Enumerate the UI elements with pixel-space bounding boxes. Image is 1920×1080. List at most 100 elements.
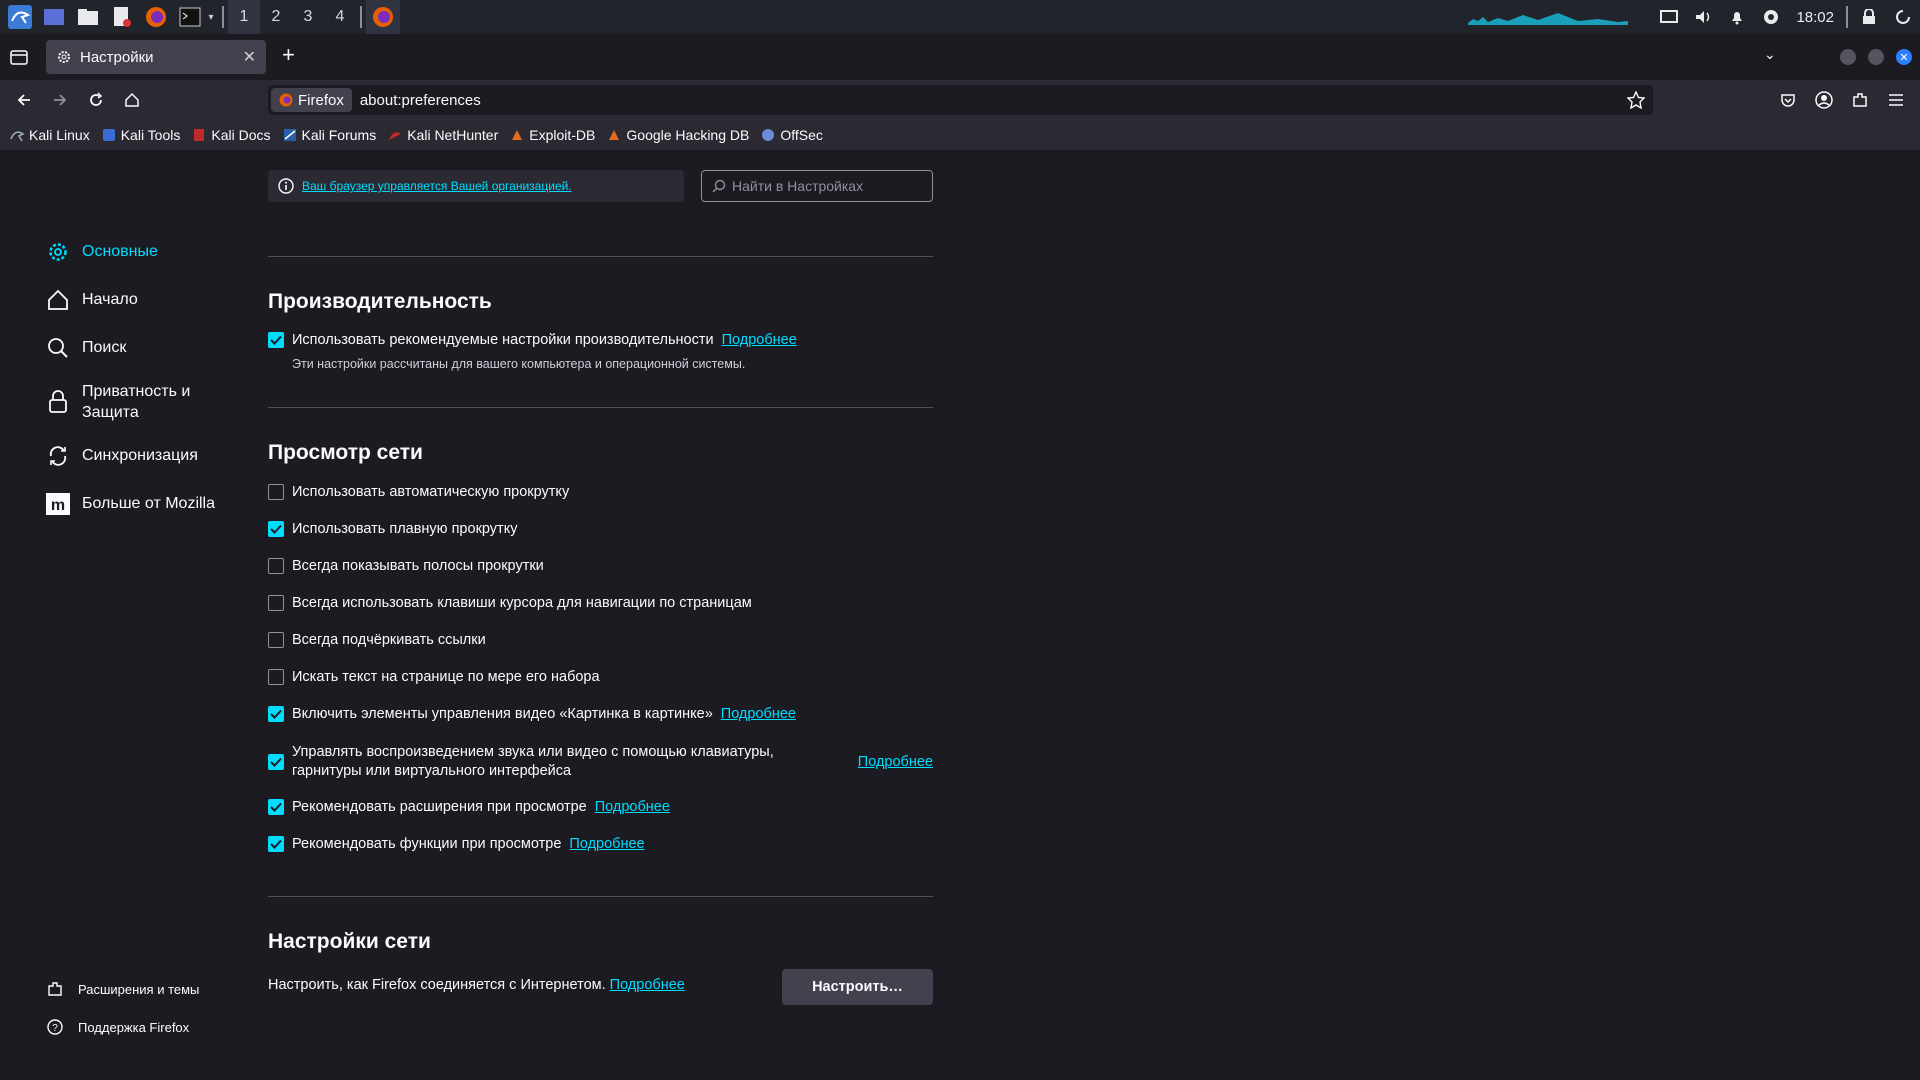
- bookmark-star-icon[interactable]: [1627, 91, 1645, 109]
- checkbox[interactable]: [268, 632, 284, 648]
- navigation-toolbar: Firefox about:preferences: [0, 80, 1920, 120]
- url-bar[interactable]: Firefox about:preferences: [268, 85, 1653, 115]
- network-description: Настроить, как Firefox соединяется с Инт…: [268, 977, 606, 993]
- identity-box[interactable]: Firefox: [271, 88, 352, 112]
- sidebar-item-search[interactable]: Поиск: [44, 324, 254, 372]
- sidebar-item-more-from-mozilla[interactable]: m Больше от Mozilla: [44, 480, 254, 528]
- panel-separator: [360, 6, 362, 28]
- tab-title: Настройки: [80, 48, 154, 66]
- search-icon: [712, 179, 726, 193]
- checkbox[interactable]: [268, 558, 284, 574]
- learn-more-link[interactable]: Подробнее: [721, 706, 796, 722]
- browsing-option-row: Использовать автоматическую прокрутку: [268, 484, 933, 500]
- checkbox-label: Управлять воспроизведением звука или вид…: [292, 744, 774, 779]
- checkbox-recommended-performance[interactable]: [268, 332, 284, 348]
- tab-list-chevron-icon[interactable]: ⌄: [1764, 46, 1776, 63]
- clock[interactable]: 18:02: [1788, 9, 1842, 26]
- reload-button[interactable]: [84, 88, 108, 112]
- hamburger-menu-icon[interactable]: [1884, 88, 1908, 112]
- pocket-icon[interactable]: [1776, 88, 1800, 112]
- workspace-4[interactable]: 4: [324, 0, 356, 34]
- tab-strip: Настройки ✕ + ⌄ ✕: [0, 34, 1920, 80]
- divider: [268, 896, 933, 897]
- policy-notice: Ваш браузер управляется Вашей организаци…: [268, 170, 684, 202]
- firefox-view-icon[interactable]: [10, 48, 28, 66]
- terminal-icon[interactable]: [176, 3, 204, 31]
- checkbox-label: Использовать плавную прокрутку: [292, 521, 518, 537]
- checkbox[interactable]: [268, 669, 284, 685]
- home-button[interactable]: [120, 88, 144, 112]
- power-manager-icon[interactable]: [1754, 9, 1788, 25]
- desktop-icon[interactable]: [40, 3, 68, 31]
- bookmark-kali-tools[interactable]: Kali Tools: [102, 127, 180, 143]
- checkbox[interactable]: [268, 799, 284, 815]
- bookmark-kali-forums[interactable]: Kali Forums: [283, 127, 376, 143]
- system-panel: ▾ 1 2 3 4 18:02: [0, 0, 1920, 34]
- policy-link[interactable]: Ваш браузер управляется Вашей организаци…: [302, 179, 572, 193]
- volume-icon[interactable]: [1686, 9, 1720, 25]
- account-icon[interactable]: [1812, 88, 1836, 112]
- chevron-down-icon[interactable]: ▾: [204, 12, 218, 23]
- workspace-3[interactable]: 3: [292, 0, 324, 34]
- network-settings-button[interactable]: Настроить…: [782, 969, 933, 1005]
- checkbox[interactable]: [268, 754, 284, 770]
- bookmark-kali-nethunter[interactable]: Kali NetHunter: [388, 127, 498, 143]
- svg-text:?: ?: [52, 1023, 58, 1034]
- checkbox[interactable]: [268, 706, 284, 722]
- firefox-launcher-icon[interactable]: [142, 3, 170, 31]
- extensions-icon[interactable]: [1848, 88, 1872, 112]
- kali-forums-icon: [283, 129, 296, 141]
- kali-tools-icon: [102, 129, 115, 141]
- close-window-icon[interactable]: ✕: [1896, 49, 1912, 65]
- checkbox[interactable]: [268, 836, 284, 852]
- browsing-option-row: Включить элементы управления видео «Карт…: [268, 706, 933, 722]
- checkbox[interactable]: [268, 484, 284, 500]
- tab-settings[interactable]: Настройки ✕: [46, 40, 266, 74]
- sidebar-item-privacy[interactable]: Приватность и Защита: [44, 372, 254, 432]
- maximize-icon[interactable]: [1868, 49, 1884, 65]
- bookmark-exploit-db[interactable]: Exploit-DB: [510, 127, 595, 143]
- bookmark-offsec[interactable]: OffSec: [761, 127, 823, 143]
- close-icon[interactable]: ✕: [243, 47, 256, 67]
- text-editor-icon[interactable]: [108, 3, 136, 31]
- display-icon[interactable]: [1652, 9, 1686, 25]
- panel-separator: [1846, 6, 1848, 28]
- sidebar-item-general[interactable]: Основные: [44, 228, 254, 276]
- minimize-icon[interactable]: [1840, 49, 1856, 65]
- browsing-option-row: Всегда использовать клавиши курсора для …: [268, 595, 933, 611]
- learn-more-link[interactable]: Подробнее: [595, 799, 670, 815]
- workspace-2[interactable]: 2: [260, 0, 292, 34]
- lock-screen-icon[interactable]: [1852, 9, 1886, 25]
- sidebar-item-sync[interactable]: Синхронизация: [44, 432, 254, 480]
- notifications-icon[interactable]: [1720, 9, 1754, 25]
- checkbox-label: Искать текст на странице по мере его наб…: [292, 669, 600, 685]
- performance-learn-more-link[interactable]: Подробнее: [722, 332, 797, 348]
- checkbox[interactable]: [268, 521, 284, 537]
- file-manager-icon[interactable]: [74, 3, 102, 31]
- info-icon: [278, 178, 294, 194]
- learn-more-link[interactable]: Подробнее: [569, 836, 644, 852]
- divider: [268, 256, 933, 257]
- kali-menu-icon[interactable]: [6, 3, 34, 31]
- sidebar-item-home[interactable]: Начало: [44, 276, 254, 324]
- logout-icon[interactable]: [1886, 9, 1920, 25]
- sidebar-link-support[interactable]: ? Поддержка Firefox: [44, 1008, 264, 1046]
- browsing-option-row: Всегда подчёркивать ссылки: [268, 632, 933, 648]
- bookmark-kali-docs[interactable]: Kali Docs: [192, 127, 271, 143]
- network-learn-more-link[interactable]: Подробнее: [610, 977, 685, 993]
- browsing-option-row: Использовать плавную прокрутку: [268, 521, 933, 537]
- sidebar-link-addons[interactable]: Расширения и темы: [44, 970, 264, 1008]
- bookmark-kali-linux[interactable]: Kali Linux: [10, 127, 90, 143]
- workspace-1[interactable]: 1: [228, 0, 260, 34]
- search-input[interactable]: Найти в Настройках: [701, 170, 933, 202]
- search-placeholder: Найти в Настройках: [732, 178, 864, 194]
- offsec-icon: [762, 129, 775, 141]
- learn-more-link[interactable]: Подробнее: [858, 754, 933, 770]
- checkbox[interactable]: [268, 595, 284, 611]
- firefox-window-icon[interactable]: [366, 0, 400, 34]
- forward-button[interactable]: [48, 88, 72, 112]
- bookmark-google-hacking-db[interactable]: Google Hacking DB: [607, 127, 749, 143]
- url-text[interactable]: about:preferences: [360, 92, 481, 109]
- new-tab-button[interactable]: +: [282, 42, 295, 68]
- back-button[interactable]: [12, 88, 36, 112]
